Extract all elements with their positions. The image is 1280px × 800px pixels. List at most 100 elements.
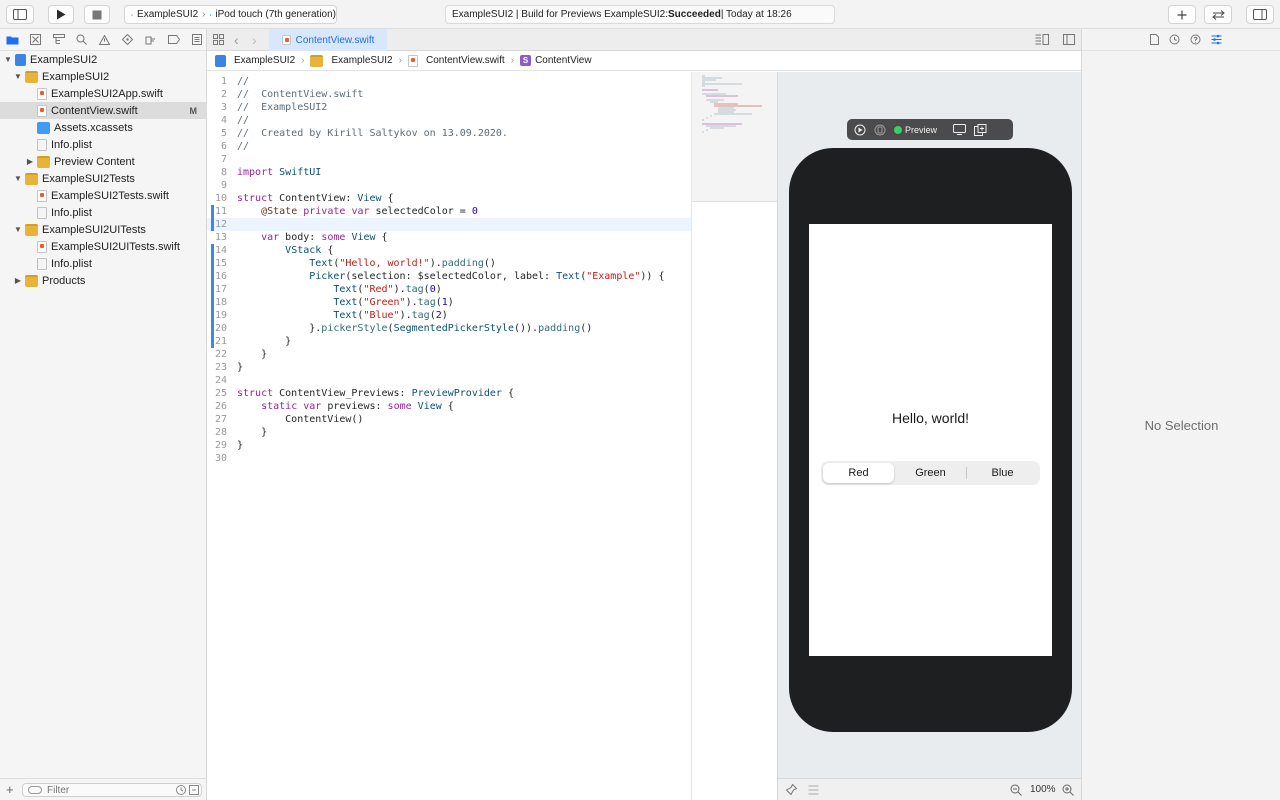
breadcrumb-file[interactable]: ContentView.swift (426, 55, 505, 66)
code-line[interactable]: 18 Text("Green").tag(1) (207, 296, 691, 309)
segment-green[interactable]: Green (895, 463, 966, 483)
code-line[interactable]: 28 } (207, 426, 691, 439)
line-number[interactable]: 25 (207, 387, 237, 400)
code-line[interactable]: 11 @State private var selectedColor = 0 (207, 205, 691, 218)
tree-row-folder[interactable]: ▶ Products (0, 272, 207, 289)
disclosure-expanded-icon[interactable]: ▼ (13, 72, 23, 81)
line-number[interactable]: 28 (207, 426, 237, 439)
code-line[interactable]: 3// ExampleSUI2 (207, 101, 691, 114)
quick-help-icon[interactable] (1190, 34, 1201, 45)
debug-spray-icon[interactable] (142, 33, 159, 47)
code-line[interactable]: 9 (207, 179, 691, 192)
breakpoint-tag-icon[interactable] (165, 33, 182, 47)
line-number[interactable]: 29 (207, 439, 237, 452)
code-line[interactable]: 2// ContentView.swift (207, 88, 691, 101)
code-line[interactable]: 10 struct ContentView: View { (207, 192, 691, 205)
line-number[interactable]: 5 (207, 127, 237, 140)
minimap[interactable] (691, 72, 778, 800)
line-number[interactable]: 6 (207, 140, 237, 153)
breadcrumb-project[interactable]: ExampleSUI2 (234, 55, 295, 66)
disclosure-expanded-icon[interactable]: ▼ (13, 174, 23, 183)
code-line[interactable]: 7 (207, 153, 691, 166)
editor-options-icon[interactable] (1035, 34, 1049, 45)
tree-row-file-selected[interactable]: ContentView.swift M (0, 102, 207, 119)
line-number[interactable]: 24 (207, 374, 237, 387)
tree-row-file[interactable]: Info.plist (0, 204, 207, 221)
segment-blue[interactable]: Blue (967, 463, 1038, 483)
code-review-button[interactable] (1204, 5, 1232, 24)
line-number[interactable]: 2 (207, 88, 237, 101)
toggle-navigator-button[interactable] (6, 5, 34, 24)
tree-row-project[interactable]: ▼ ExampleSUI2 (0, 51, 207, 68)
code-line[interactable]: 13 var body: some View { (207, 231, 691, 244)
attributes-inspector-icon[interactable] (1211, 34, 1222, 45)
symbol-hierarchy-icon[interactable] (50, 33, 67, 47)
code-line[interactable]: 26 static var previews: some View { (207, 400, 691, 413)
tree-row-file[interactable]: Info.plist (0, 255, 207, 272)
tree-row-folder[interactable]: ▼ ExampleSUI2Tests (0, 170, 207, 187)
line-number[interactable]: 9 (207, 179, 237, 192)
line-number[interactable]: 27 (207, 413, 237, 426)
preview-list-icon[interactable] (808, 785, 819, 795)
code-line[interactable]: 8 import SwiftUI (207, 166, 691, 179)
code-line[interactable]: 25 struct ContentView_Previews: PreviewPr… (207, 387, 691, 400)
tree-row-file[interactable]: Assets.xcassets (0, 119, 207, 136)
run-button[interactable] (48, 5, 74, 24)
disclosure-expanded-icon[interactable]: ▼ (3, 55, 13, 64)
code-line[interactable]: 20 }.pickerStyle(SegmentedPickerStyle())… (207, 322, 691, 335)
scheme-selector[interactable]: ExampleSUI2 › iPod touch (7th generation… (124, 5, 337, 24)
code-line[interactable]: 21 } (207, 335, 691, 348)
duplicate-preview-icon[interactable] (974, 123, 987, 136)
zoom-out-icon[interactable] (1010, 784, 1022, 796)
inspect-preview-icon[interactable] (953, 124, 967, 135)
zoom-level[interactable]: 100% (1030, 784, 1056, 795)
preview-status[interactable]: Preview (894, 125, 937, 135)
code-line[interactable]: 14 VStack { (207, 244, 691, 257)
color-segmented-picker[interactable]: Red Green Blue (821, 461, 1040, 485)
file-inspector-icon[interactable] (1150, 34, 1159, 45)
tree-row-file[interactable]: Info.plist (0, 136, 207, 153)
test-diamond-icon[interactable] (119, 33, 136, 47)
line-number[interactable]: 3 (207, 101, 237, 114)
tab-contentview-swift[interactable]: ContentView.swift (269, 29, 387, 51)
disclosure-expanded-icon[interactable]: ▼ (13, 225, 23, 234)
code-line[interactable]: 19 Text("Blue").tag(2) (207, 309, 691, 322)
pin-icon[interactable] (786, 784, 797, 795)
code-line[interactable]: 24 (207, 374, 691, 387)
code-line[interactable]: 27 ContentView() (207, 413, 691, 426)
disclosure-collapsed-icon[interactable]: ▶ (13, 276, 23, 285)
folder-icon[interactable] (4, 33, 21, 47)
change-bar[interactable] (211, 205, 214, 231)
disclosure-collapsed-icon[interactable]: ▶ (25, 157, 35, 166)
code-line[interactable]: 23} (207, 361, 691, 374)
tree-row-folder[interactable]: ▼ ExampleSUI2UITests (0, 221, 207, 238)
change-bar[interactable] (211, 244, 214, 348)
code-line[interactable]: 5// Created by Kirill Saltykov on 13.09.… (207, 127, 691, 140)
history-inspector-icon[interactable] (1169, 34, 1180, 45)
line-number[interactable]: 7 (207, 153, 237, 166)
breadcrumb-symbol[interactable]: ContentView (535, 55, 592, 66)
source-control-icon[interactable] (27, 33, 44, 47)
segment-red[interactable]: Red (823, 463, 894, 483)
tree-row-folder[interactable]: ▼ ExampleSUI2 (0, 68, 207, 85)
tree-row-folder[interactable]: ▶ Preview Content (0, 153, 207, 170)
line-number[interactable]: 22 (207, 348, 237, 361)
code-line[interactable]: 6// (207, 140, 691, 153)
code-line[interactable]: 16 Picker(selection: $selectedColor, lab… (207, 270, 691, 283)
code-line[interactable]: 4// (207, 114, 691, 127)
line-number[interactable]: 8 (207, 166, 237, 179)
tree-row-file[interactable]: ExampleSUI2Tests.swift (0, 187, 207, 204)
tree-row-file[interactable]: ExampleSUI2App.swift (0, 85, 207, 102)
code-line[interactable]: 29} (207, 439, 691, 452)
add-editor-icon[interactable] (1063, 34, 1075, 45)
code-line[interactable]: 12 (207, 218, 691, 231)
breadcrumb-group[interactable]: ExampleSUI2 (331, 55, 392, 66)
code-line[interactable]: 17 Text("Red").tag(0) (207, 283, 691, 296)
source-editor[interactable]: 1//2// ContentView.swift 3// ExampleSUI2 4… (207, 72, 691, 800)
line-number[interactable]: 23 (207, 361, 237, 374)
zoom-in-icon[interactable] (1062, 784, 1074, 796)
line-number[interactable]: 10 (207, 192, 237, 205)
code-line[interactable]: 1// (207, 75, 691, 88)
source-control-filter-icon[interactable] (189, 785, 199, 795)
live-preview-icon[interactable] (854, 124, 866, 136)
